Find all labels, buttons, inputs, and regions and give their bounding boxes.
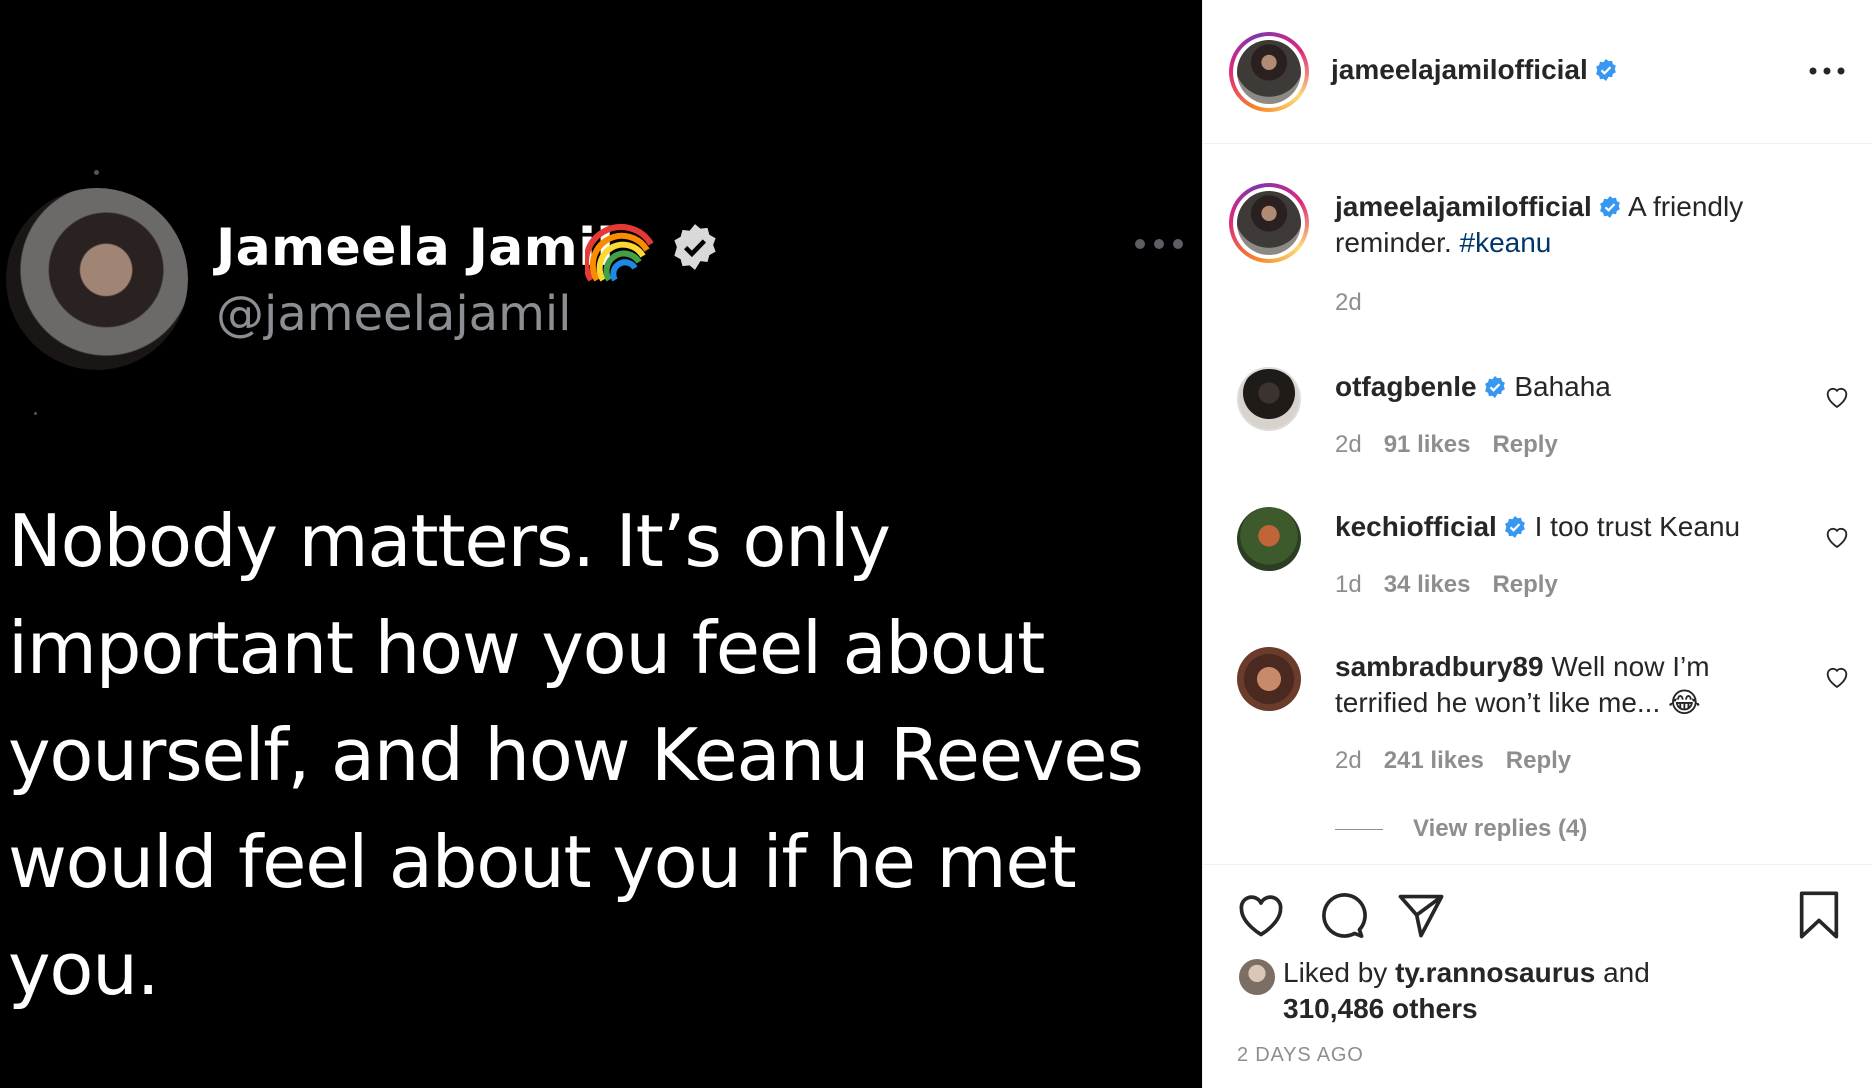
post-header: jameelajamilofficial bbox=[1203, 0, 1872, 144]
post-side-panel: jameelajamilofficial jameelajamilofficia… bbox=[1202, 0, 1872, 1088]
caption-username[interactable]: jameelajamilofficial bbox=[1335, 191, 1592, 222]
comment-likes[interactable]: 34 likes bbox=[1384, 571, 1471, 598]
comment-avatar[interactable] bbox=[1237, 647, 1301, 711]
verified-badge-icon bbox=[1484, 376, 1505, 398]
paper-plane-icon[interactable] bbox=[1395, 889, 1447, 941]
liked-by-user[interactable]: ty.rannosaurus bbox=[1395, 957, 1595, 988]
liked-by-and: and bbox=[1603, 957, 1650, 988]
view-replies-divider bbox=[1335, 829, 1383, 831]
image-artifact bbox=[34, 412, 37, 415]
verified-badge-icon bbox=[1599, 196, 1620, 218]
verified-badge-icon bbox=[674, 224, 716, 270]
tweet-text: Nobody matters. It’s only important how … bbox=[8, 499, 1144, 1011]
header-username[interactable]: jameelajamilofficial bbox=[1331, 54, 1618, 86]
comment-time: 2d bbox=[1335, 431, 1362, 458]
bookmark-icon[interactable] bbox=[1793, 889, 1845, 941]
view-replies-label[interactable]: View replies (4) bbox=[1413, 815, 1587, 842]
comment-time: 1d bbox=[1335, 571, 1362, 598]
comment-username[interactable]: sambradbury89 bbox=[1335, 651, 1544, 682]
comment-likes[interactable]: 241 likes bbox=[1384, 747, 1484, 774]
heart-icon[interactable] bbox=[1823, 383, 1851, 411]
tweet-avatar bbox=[6, 188, 188, 370]
more-options-icon[interactable] bbox=[1807, 64, 1847, 78]
reply-button[interactable]: Reply bbox=[1492, 431, 1557, 458]
tweet-author-name: Jameela Jamil bbox=[216, 218, 615, 278]
tweet-handle: @jameelajamil bbox=[216, 286, 572, 342]
liker-avatar[interactable] bbox=[1237, 957, 1277, 997]
heart-icon[interactable] bbox=[1823, 663, 1851, 691]
hashtag-link[interactable]: #keanu bbox=[1460, 227, 1552, 258]
comment-text: kechiofficial I too trust Keanu bbox=[1335, 509, 1775, 545]
comment-avatar[interactable] bbox=[1237, 367, 1301, 431]
image-artifact bbox=[94, 170, 99, 175]
caption-avatar[interactable] bbox=[1229, 183, 1309, 263]
comment-time: 2d bbox=[1335, 747, 1362, 774]
liked-by-prefix: Liked by bbox=[1283, 957, 1388, 988]
verified-badge-icon bbox=[1504, 516, 1525, 538]
comment-meta: 1d 34 likes Reply bbox=[1335, 571, 1580, 599]
comment-likes[interactable]: 91 likes bbox=[1384, 431, 1471, 458]
post-date[interactable]: 2 DAYS AGO bbox=[1237, 1044, 1364, 1067]
comment-body: Bahaha bbox=[1514, 371, 1611, 402]
comment-username[interactable]: otfagbenle bbox=[1335, 371, 1477, 402]
likes-count[interactable]: 310,486 others bbox=[1283, 993, 1478, 1024]
caption-timestamp: 2d bbox=[1335, 289, 1362, 316]
more-horizontal-icon bbox=[1135, 239, 1183, 249]
view-replies-button[interactable]: View replies (4) bbox=[1335, 815, 1587, 843]
header-username-text[interactable]: jameelajamilofficial bbox=[1331, 54, 1588, 85]
reply-button[interactable]: Reply bbox=[1506, 747, 1571, 774]
reply-button[interactable]: Reply bbox=[1492, 571, 1557, 598]
post-image[interactable]: Jameela Jamil @jameelajamil Nobody matte… bbox=[0, 0, 1202, 1088]
heart-icon[interactable] bbox=[1235, 889, 1287, 941]
rainbow-emoji-icon bbox=[585, 224, 654, 282]
verified-badge-icon bbox=[1595, 59, 1616, 81]
liked-by-text: Liked by ty.rannosaurus and 310,486 othe… bbox=[1283, 955, 1650, 1027]
comment-meta: 2d 91 likes Reply bbox=[1335, 431, 1580, 459]
comment-username[interactable]: kechiofficial bbox=[1335, 511, 1497, 542]
comment-text: otfagbenle Bahaha bbox=[1335, 369, 1775, 405]
comments-section[interactable]: jameelajamilofficial A friendly reminder… bbox=[1203, 145, 1872, 865]
comment-bubble-icon[interactable] bbox=[1315, 889, 1367, 941]
comment-text: sambradbury89 Well now I’m terrified he … bbox=[1335, 649, 1775, 721]
caption: jameelajamilofficial A friendly reminder… bbox=[1335, 189, 1815, 261]
comment-body: I too trust Keanu bbox=[1534, 511, 1741, 542]
comment-avatar[interactable] bbox=[1237, 507, 1301, 571]
header-avatar[interactable] bbox=[1229, 32, 1309, 112]
comment-meta: 2d 241 likes Reply bbox=[1335, 747, 1593, 775]
heart-icon[interactable] bbox=[1823, 523, 1851, 551]
